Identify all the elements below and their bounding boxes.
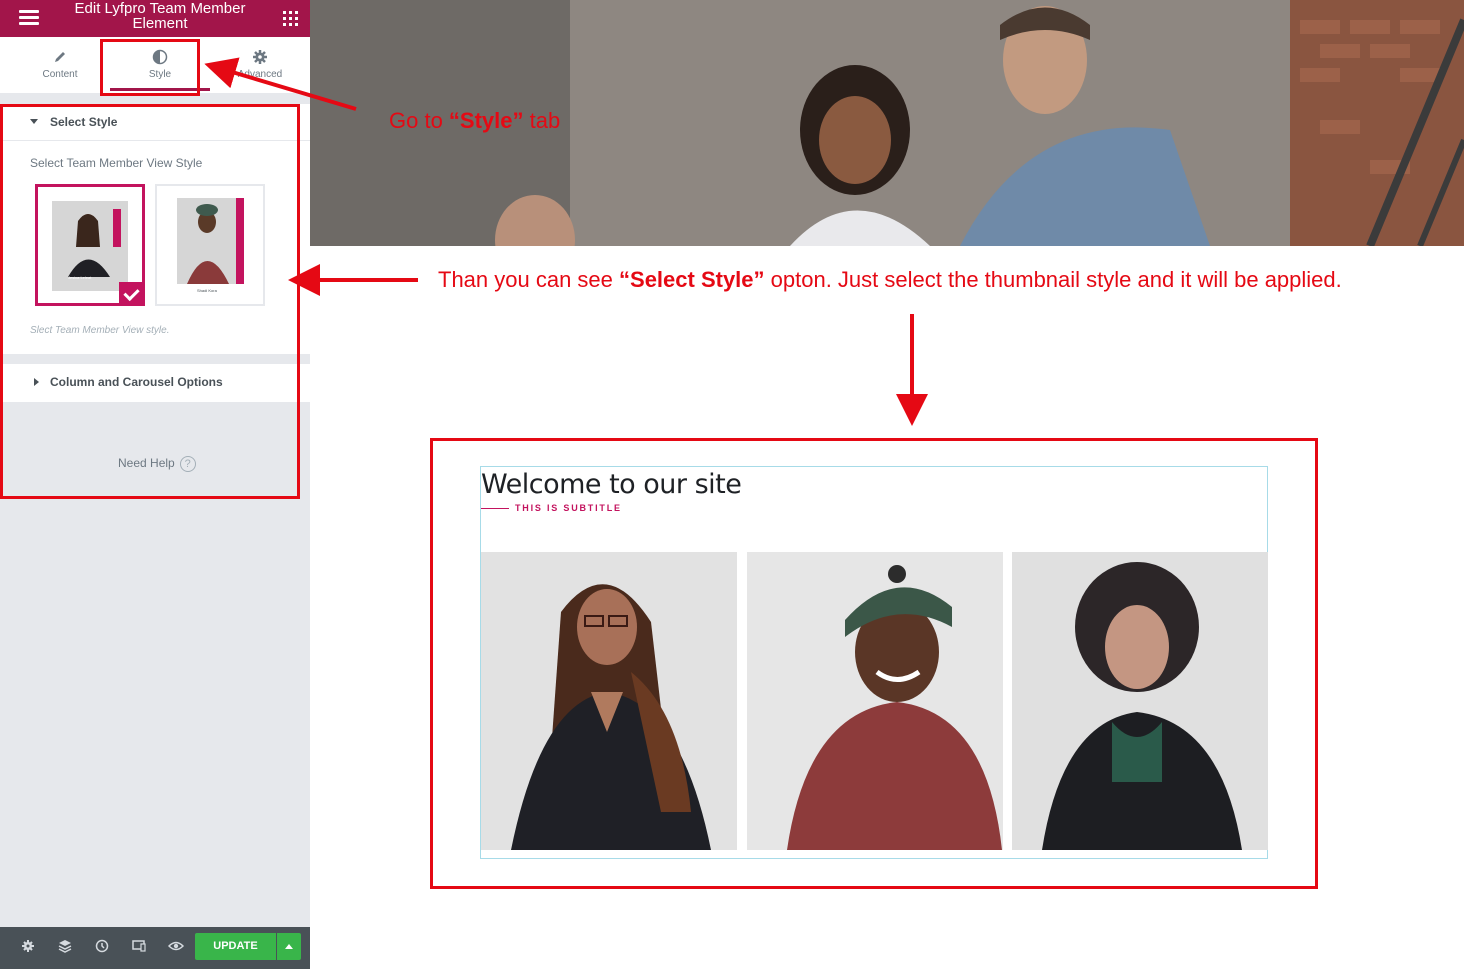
annotation-step-1-post: tab: [523, 108, 561, 133]
annotation-step-2-pre: Than you can see: [438, 267, 620, 292]
member-photo-1[interactable]: [481, 552, 737, 850]
annotation-step-2: Than you can see “Select Style” opton. J…: [438, 267, 1342, 293]
member-photo-2[interactable]: [747, 552, 1003, 850]
member-photo-woman-curly: [1012, 552, 1268, 850]
member-photo-woman-glasses: [481, 552, 737, 850]
annotation-step-2-bold: “Select Style”: [619, 267, 765, 292]
arrow-to-style-tab: [204, 57, 357, 111]
annotation-step-1-pre: Go to: [389, 108, 449, 133]
annotation-step-1: Go to “Style” tab: [389, 108, 560, 134]
preview-widget: Welcome to our site THIS IS SUBTITLE: [480, 466, 1268, 859]
member-photo-3[interactable]: [1012, 552, 1268, 850]
preview-title: Welcome to our site: [481, 469, 742, 500]
preview-subtitle: THIS IS SUBTITLE: [515, 503, 622, 513]
subtitle-line: [481, 508, 509, 509]
member-photo-man-cap: [747, 552, 1003, 850]
annotation-step-2-post: opton. Just select the thumbnail style a…: [764, 267, 1342, 292]
stage: Edit Lyfpro Team Member Element Content …: [0, 0, 1464, 969]
annotation-step-1-bold: “Style”: [448, 108, 524, 133]
